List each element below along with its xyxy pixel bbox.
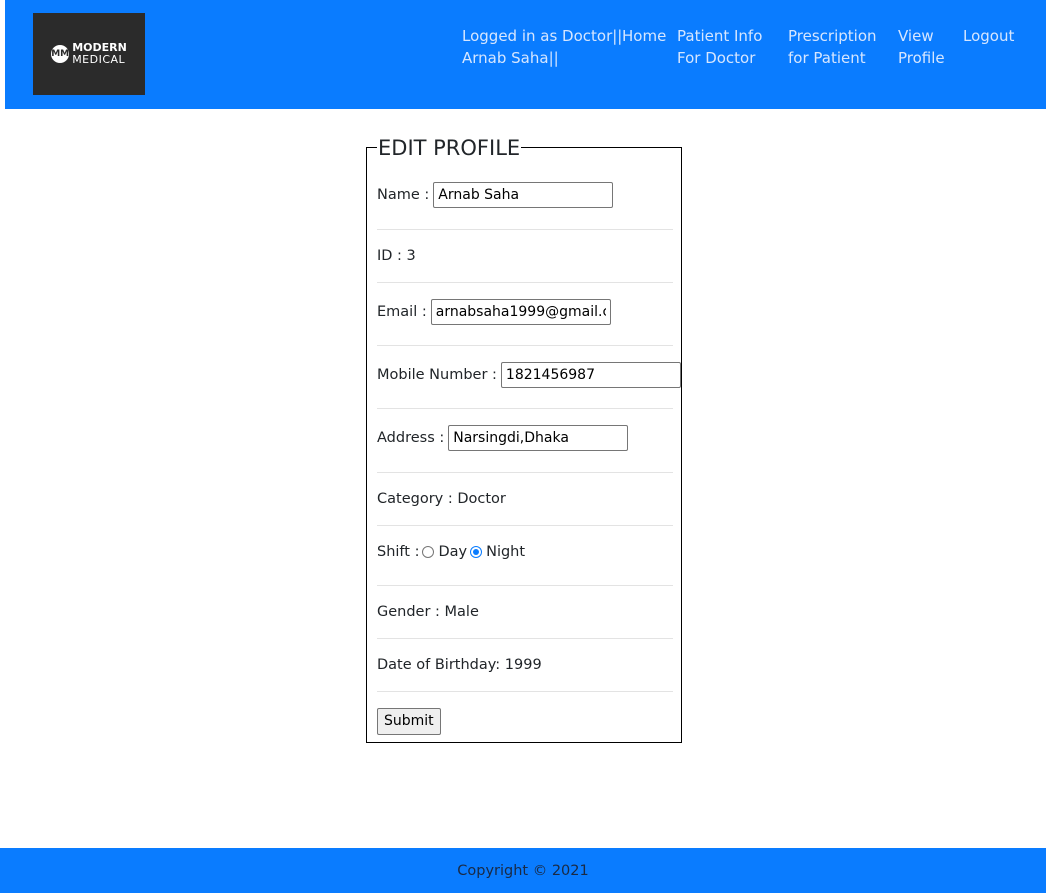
email-row: Email : (377, 298, 673, 326)
mobile-row: Mobile Number : (377, 361, 681, 389)
submit-row: Submit (377, 707, 673, 735)
id-text: ID : 3 (377, 248, 416, 264)
gender-text: Gender : Male (377, 604, 479, 620)
divider (377, 345, 673, 346)
divider (377, 229, 673, 230)
gender-row: Gender : Male (377, 600, 673, 624)
divider (377, 691, 673, 692)
email-input[interactable] (430, 299, 611, 325)
category-row: Category : Doctor (377, 487, 673, 511)
main-nav: Logged in as Doctor|| Arnab Saha|| Home … (5, 25, 1046, 85)
address-label: Address : (377, 430, 445, 446)
divider (377, 472, 673, 473)
copyright-text: Copyright © 2021 (457, 862, 589, 879)
nav-patient-info-link[interactable]: Patient Info For Doctor (677, 25, 762, 69)
name-row: Name : (377, 181, 673, 209)
shift-night-radio[interactable] (470, 546, 483, 558)
shift-row: Shift : Day Night (377, 540, 673, 564)
divider (377, 525, 673, 526)
shift-label: Shift : (377, 544, 420, 560)
category-text: Category : Doctor (377, 491, 506, 507)
patient-info-line-2: For Doctor (677, 49, 756, 67)
submit-button[interactable]: Submit (377, 707, 441, 735)
mobile-label: Mobile Number : (377, 367, 497, 383)
header-bar: MM MODERN MEDICAL Logged in as Doctor|| … (5, 0, 1046, 109)
name-input[interactable] (433, 182, 614, 208)
prescription-line-1: Prescription (788, 27, 877, 45)
dob-text: Date of Birthday: 1999 (377, 657, 542, 673)
nav-home-link[interactable]: Home (622, 25, 666, 47)
shift-day-radio[interactable] (422, 546, 435, 558)
logged-in-line-1: Logged in as Doctor|| (462, 27, 623, 45)
nav-view-profile-link[interactable]: View Profile (898, 25, 945, 69)
form-legend: EDIT PROFILE (377, 134, 522, 162)
address-row: Address : (377, 424, 673, 452)
divider (377, 282, 673, 283)
patient-info-line-1: Patient Info (677, 27, 763, 45)
edit-profile-form: EDIT PROFILE Name : ID : 3 Email : Mobil… (366, 134, 682, 743)
nav-prescription-link[interactable]: Prescription for Patient (788, 25, 877, 69)
nav-logout-link[interactable]: Logout (963, 25, 1014, 47)
dob-row: Date of Birthday: 1999 (377, 653, 673, 677)
nav-logged-in-status: Logged in as Doctor|| Arnab Saha|| (462, 25, 622, 69)
email-label: Email : (377, 304, 427, 320)
name-label: Name : (377, 187, 430, 203)
id-row: ID : 3 (377, 244, 673, 268)
divider (377, 638, 673, 639)
logged-in-line-2: Arnab Saha|| (462, 49, 559, 67)
shift-night-label[interactable]: Night (486, 544, 525, 560)
view-profile-line-2: Profile (898, 49, 945, 67)
divider (377, 585, 673, 586)
shift-day-label[interactable]: Day (438, 544, 467, 560)
view-profile-line-1: View (898, 27, 934, 45)
prescription-line-2: for Patient (788, 49, 866, 67)
page: MM MODERN MEDICAL Logged in as Doctor|| … (0, 0, 1046, 893)
address-input[interactable] (448, 425, 629, 451)
divider (377, 408, 673, 409)
mobile-input[interactable] (500, 362, 681, 388)
footer-bar: Copyright © 2021 (0, 848, 1046, 893)
